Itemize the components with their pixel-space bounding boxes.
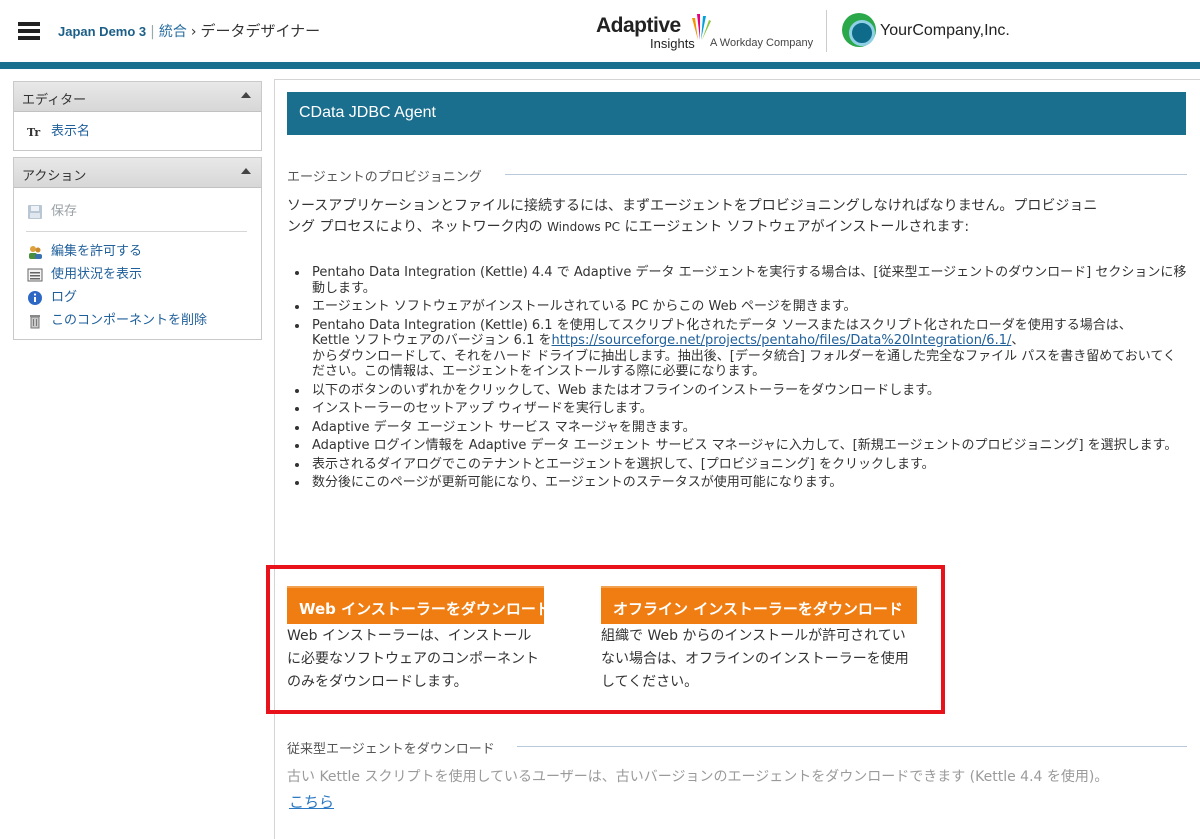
editor-panel-title: エディター — [22, 93, 87, 108]
intro-line-1: ソースアプリケーションとファイルに接続するには、まずエージェントをプロビジョニン… — [287, 198, 1098, 214]
list-item: Pentaho Data Integration (Kettle) 4.4 で … — [287, 265, 1187, 296]
sidebar-item-delete-component[interactable]: このコンポーネントを削除 — [14, 309, 261, 332]
legacy-description: 古い Kettle スクリプトを使用しているユーザーは、古いバージョンのエージェ… — [287, 769, 1109, 785]
users-icon — [29, 246, 42, 259]
provisioning-heading: エージェントのプロビジョニング — [287, 170, 482, 185]
info-icon — [28, 291, 42, 305]
sidebar-item-log[interactable]: ログ — [14, 286, 261, 309]
header-divider — [826, 10, 827, 52]
sidebar-item-label: 編集を許可する — [51, 244, 143, 259]
component-title-bar: CData JDBC Agent — [287, 92, 1186, 135]
save-disk-icon — [28, 205, 42, 219]
sidebar-item-allow-edit[interactable]: 編集を許可する — [14, 240, 261, 263]
component-title: CData JDBC Agent — [299, 104, 436, 121]
logo-adaptive-word: Adaptive — [596, 14, 681, 37]
list-item: 数分後にこのページが更新可能になり、エージェントのステータスが使用可能になります… — [287, 475, 1187, 491]
sidebar-item-label: このコンポーネントを削除 — [51, 313, 208, 328]
action-panel-title: アクション — [22, 169, 87, 184]
collapse-caret-icon[interactable] — [241, 168, 251, 174]
editor-panel: エディター Tr 表示名 — [13, 81, 262, 151]
editor-panel-header[interactable]: エディター — [14, 82, 261, 112]
your-company-name: YourCompany,Inc. — [880, 22, 1010, 39]
intro-line-2: ング プロセスにより、ネットワーク内の Windows PC にエージェント ソ… — [287, 219, 970, 235]
sidebar-divider — [26, 231, 247, 232]
provisioning-intro: ソースアプリケーションとファイルに接続するには、まずエージェントをプロビジョニン… — [287, 196, 1187, 238]
list-item: インストーラーのセットアップ ウィザードを実行します。 — [287, 401, 1187, 417]
highlight-annotation-box — [266, 565, 945, 714]
section-rule — [505, 174, 1187, 175]
list-item: Adaptive ログイン情報を Adaptive データ エージェント サービ… — [287, 438, 1187, 454]
action-panel-header[interactable]: アクション — [14, 158, 261, 188]
legacy-heading: 従来型エージェントをダウンロード — [287, 742, 495, 757]
provisioning-steps: Pentaho Data Integration (Kettle) 4.4 で … — [287, 265, 1187, 494]
sidebar-item-display-name[interactable]: Tr 表示名 — [14, 120, 261, 143]
action-panel: アクション 保存 編集を許可する 使用状況を表示 ログ このコンポーネントを削除 — [13, 157, 262, 340]
your-company-ring-icon — [842, 13, 876, 47]
breadcrumb-arrow: › — [190, 24, 197, 40]
breadcrumb-integration-link[interactable]: 統合 — [159, 24, 187, 40]
svg-text:Tr: Tr — [27, 126, 40, 139]
main-content: CData JDBC Agent エージェントのプロビジョニング ソースアプリケ… — [274, 79, 1200, 839]
sidebar-item-label: 表示名 — [51, 124, 91, 139]
hamburger-menu-icon[interactable] — [18, 22, 40, 40]
sidebar-item-label: 使用状況を表示 — [51, 267, 143, 282]
page-title: データデザイナー — [200, 22, 321, 40]
legacy-download-link[interactable]: こちら — [289, 791, 334, 812]
list-item: 表示されるダイアログでこのテナントとエージェントを選択して、[プロビジョニング]… — [287, 457, 1187, 473]
header-accent-bar — [0, 62, 1200, 69]
text-format-icon: Tr — [27, 126, 40, 139]
sidebar-item-label: ログ — [51, 290, 78, 305]
trash-icon — [30, 315, 40, 329]
instance-name[interactable]: Japan Demo 3 — [58, 24, 146, 39]
sourceforge-link[interactable]: https://sourceforge.net/projects/pentaho… — [552, 333, 1012, 348]
breadcrumb-separator: | — [150, 24, 155, 40]
adaptive-mark-icon — [692, 14, 711, 40]
list-item: Adaptive データ エージェント サービス マネージャを開きます。 — [287, 420, 1187, 436]
save-label: 保存 — [51, 204, 78, 219]
top-header: Japan Demo 3 | 統合 › データデザイナー Adaptive Insigh… — [0, 0, 1200, 62]
workday-tagline: A Workday Company — [710, 37, 814, 49]
save-button[interactable]: 保存 — [14, 200, 261, 223]
breadcrumb: Japan Demo 3 | 統合 › データデザイナー — [58, 20, 320, 41]
sidebar-item-usage[interactable]: 使用状況を表示 — [14, 263, 261, 286]
collapse-caret-icon[interactable] — [241, 92, 251, 98]
usage-report-icon — [27, 268, 43, 282]
list-item: Pentaho Data Integration (Kettle) 6.1 を使… — [287, 318, 1187, 380]
list-item: 以下のボタンのいずれかをクリックして、Web またはオフラインのインストーラーを… — [287, 383, 1187, 399]
adaptive-insights-logo: Adaptive Insights A Workday Company — [596, 12, 818, 54]
list-item: エージェント ソフトウェアがインストールされている PC からこの Web ペー… — [287, 299, 1187, 315]
section-rule — [517, 746, 1187, 747]
